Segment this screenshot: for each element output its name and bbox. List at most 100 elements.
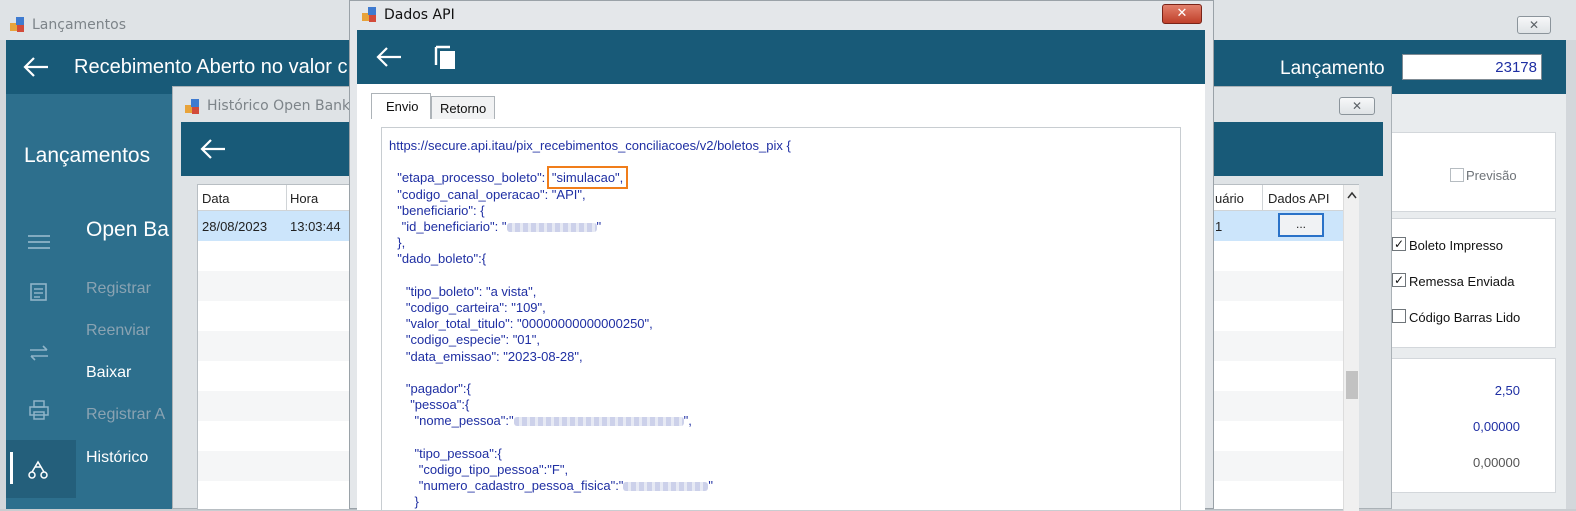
- tab-retorno-label: Retorno: [440, 101, 487, 116]
- code-line: "nome_pessoa":" ",: [415, 413, 692, 428]
- dados-api-button[interactable]: ...: [1278, 213, 1324, 237]
- code-line: "valor_total_titulo": "00000000000000250…: [406, 316, 653, 331]
- code-line: "codigo_canal_operacao": "API",: [397, 187, 585, 202]
- boleto-impresso-checkbox[interactable]: ✓: [1392, 237, 1406, 251]
- col-data[interactable]: Data: [202, 191, 229, 206]
- code-text-segment: "codigo_especie": "01",: [405, 332, 540, 348]
- col-usuario[interactable]: uário: [1215, 191, 1244, 206]
- chevron-up-icon[interactable]: [1347, 191, 1357, 199]
- code-line: "codigo_carteira": "109",: [406, 300, 546, 315]
- tab-envio-label: Envio: [386, 99, 419, 114]
- code-line: "data_emissao": "2023-08-28",: [406, 349, 583, 364]
- historico-back-arrow-icon[interactable]: [199, 137, 227, 161]
- code-line: }: [415, 494, 419, 509]
- document-icon: [30, 283, 47, 301]
- copy-icon[interactable]: [433, 44, 459, 72]
- code-line: "etapa_processo_boleto": "simulacao",: [397, 166, 629, 190]
- code-line: "pessoa":{: [410, 397, 469, 412]
- code-text-segment: ",: [683, 413, 692, 429]
- main-window-title: Lançamentos: [32, 17, 127, 33]
- col-hora[interactable]: Hora: [290, 191, 318, 206]
- sidebar-item-reenviar[interactable]: Reenviar: [86, 322, 150, 340]
- dados-api-back-arrow-icon[interactable]: [375, 45, 403, 69]
- code-line: https://secure.api.itau/pix_recebimentos…: [389, 138, 791, 153]
- sidebar-item-historico[interactable]: [6, 440, 76, 498]
- code-line: "id_beneficiario": " ": [402, 219, 602, 234]
- menu-icon[interactable]: [28, 234, 50, 250]
- lancamento-label: Lançamento: [1280, 58, 1385, 79]
- code-panel[interactable]: https://secure.api.itau/pix_recebimentos…: [381, 127, 1181, 510]
- dados-api-window: Dados API ✕ Envio Retorno https://secure…: [349, 0, 1214, 510]
- code-text-segment: "codigo_canal_operacao": "API",: [397, 186, 586, 202]
- code-text-segment: "data_emissao": "2023-08-28",: [405, 348, 583, 364]
- main-header-title: Recebimento Aberto no valor c: [74, 56, 348, 78]
- code-line: "codigo_especie": "01",: [406, 332, 540, 347]
- code-text-segment: https://secure.api.itau/pix_recebimentos…: [389, 138, 791, 153]
- lancamento-field[interactable]: 23178: [1402, 54, 1542, 80]
- code-text-segment: "beneficiario": {: [397, 202, 485, 218]
- dados-api-header: [357, 30, 1205, 84]
- historico-close-button[interactable]: ✕: [1339, 97, 1375, 115]
- code-text-segment: "tipo_pessoa":{: [414, 445, 502, 461]
- code-text-segment: "pagador":{: [405, 381, 471, 396]
- code-text-segment: "tipo_boleto": "a vista",: [405, 283, 537, 299]
- code-text-segment: }: [414, 494, 419, 510]
- scrollbar-thumb[interactable]: [1346, 371, 1358, 399]
- code-text-segment: "pessoa":{: [410, 397, 470, 413]
- code-text-segment: },: [397, 235, 406, 251]
- historico-app-icon: [185, 99, 201, 115]
- tab-area: Envio Retorno https://secure.api.itau/pi…: [357, 84, 1205, 510]
- sidebar: Lançamentos Open Ba Registrar Reenviar B…: [6, 94, 176, 509]
- codigo-barras-lido-label: Código Barras Lido: [1409, 310, 1521, 325]
- redacted-value: [513, 417, 684, 427]
- code-line: "dado_boleto":{: [397, 251, 486, 266]
- row-hora: 13:03:44: [290, 219, 341, 234]
- col-dados-api[interactable]: Dados API: [1268, 191, 1329, 206]
- row-data: 28/08/2023: [202, 219, 268, 234]
- right-panel: Previsão ✓ Boleto Impresso ✓ Remessa Env…: [1380, 94, 1566, 509]
- redacted-value: [623, 482, 709, 492]
- main-close-button[interactable]: ✕: [1517, 16, 1551, 34]
- sidebar-item-registrar[interactable]: Registrar: [86, 280, 151, 298]
- code-text-segment: "valor_total_titulo": "00000000000000250…: [405, 316, 653, 332]
- sidebar-item-baixar[interactable]: Baixar: [86, 364, 131, 382]
- value-field-3: 0,00000: [1473, 455, 1520, 470]
- lancamento-value: 23178: [1495, 59, 1537, 76]
- dados-api-title: Dados API: [384, 7, 455, 23]
- tab-envio[interactable]: Envio: [371, 93, 431, 119]
- row-usuario: 1: [1215, 219, 1223, 234]
- code-text-segment: ": [596, 219, 602, 234]
- code-text-segment: "dado_boleto":{: [397, 251, 487, 267]
- swap-icon: [30, 345, 48, 361]
- historico-window-title: Histórico Open Banki: [207, 98, 355, 114]
- boleto-impresso-label: Boleto Impresso: [1409, 238, 1503, 253]
- sidebar-title: Lançamentos: [24, 144, 151, 167]
- dados-api-app-icon: [362, 7, 378, 23]
- codigo-barras-lido-checkbox[interactable]: [1392, 309, 1406, 323]
- redacted-value: [506, 223, 597, 233]
- sidebar-item-registrar-a[interactable]: Registrar A: [86, 406, 165, 424]
- sidebar-section-title: Open Ba: [86, 218, 169, 241]
- code-line: "tipo_boleto": "a vista",: [406, 284, 536, 299]
- remessa-enviada-checkbox[interactable]: ✓: [1392, 273, 1406, 287]
- previsao-checkbox[interactable]: [1450, 168, 1464, 182]
- dados-api-close-button[interactable]: ✕: [1162, 4, 1202, 24]
- code-line: },: [397, 235, 405, 250]
- sidebar-item-historico-label[interactable]: Histórico: [86, 449, 148, 467]
- remessa-enviada-label: Remessa Enviada: [1409, 274, 1515, 289]
- code-text-segment: "etapa_processo_boleto":: [397, 170, 549, 186]
- tab-retorno[interactable]: Retorno: [431, 96, 495, 119]
- grid-scrollbar[interactable]: [1343, 185, 1359, 511]
- back-arrow-icon[interactable]: [22, 55, 50, 79]
- highlighted-value: "simulacao",: [546, 166, 629, 190]
- code-text-segment: "id_beneficiario": ": [401, 219, 507, 234]
- code-text-segment: "codigo_carteira": "109",: [405, 300, 546, 315]
- code-text-segment: "numero_cadastro_pessoa_fisica":": [418, 478, 624, 494]
- code-text-segment: ": [708, 478, 714, 494]
- code-line: "tipo_pessoa":{: [415, 446, 502, 461]
- code-line: "codigo_tipo_pessoa":"F",: [419, 462, 568, 477]
- code-text: https://secure.api.itau/pix_recebimentos…: [389, 138, 1169, 509]
- value-field-1: 2,50: [1494, 383, 1520, 398]
- code-text-segment: "codigo_tipo_pessoa":"F",: [418, 462, 569, 477]
- printer-icon: [29, 400, 49, 420]
